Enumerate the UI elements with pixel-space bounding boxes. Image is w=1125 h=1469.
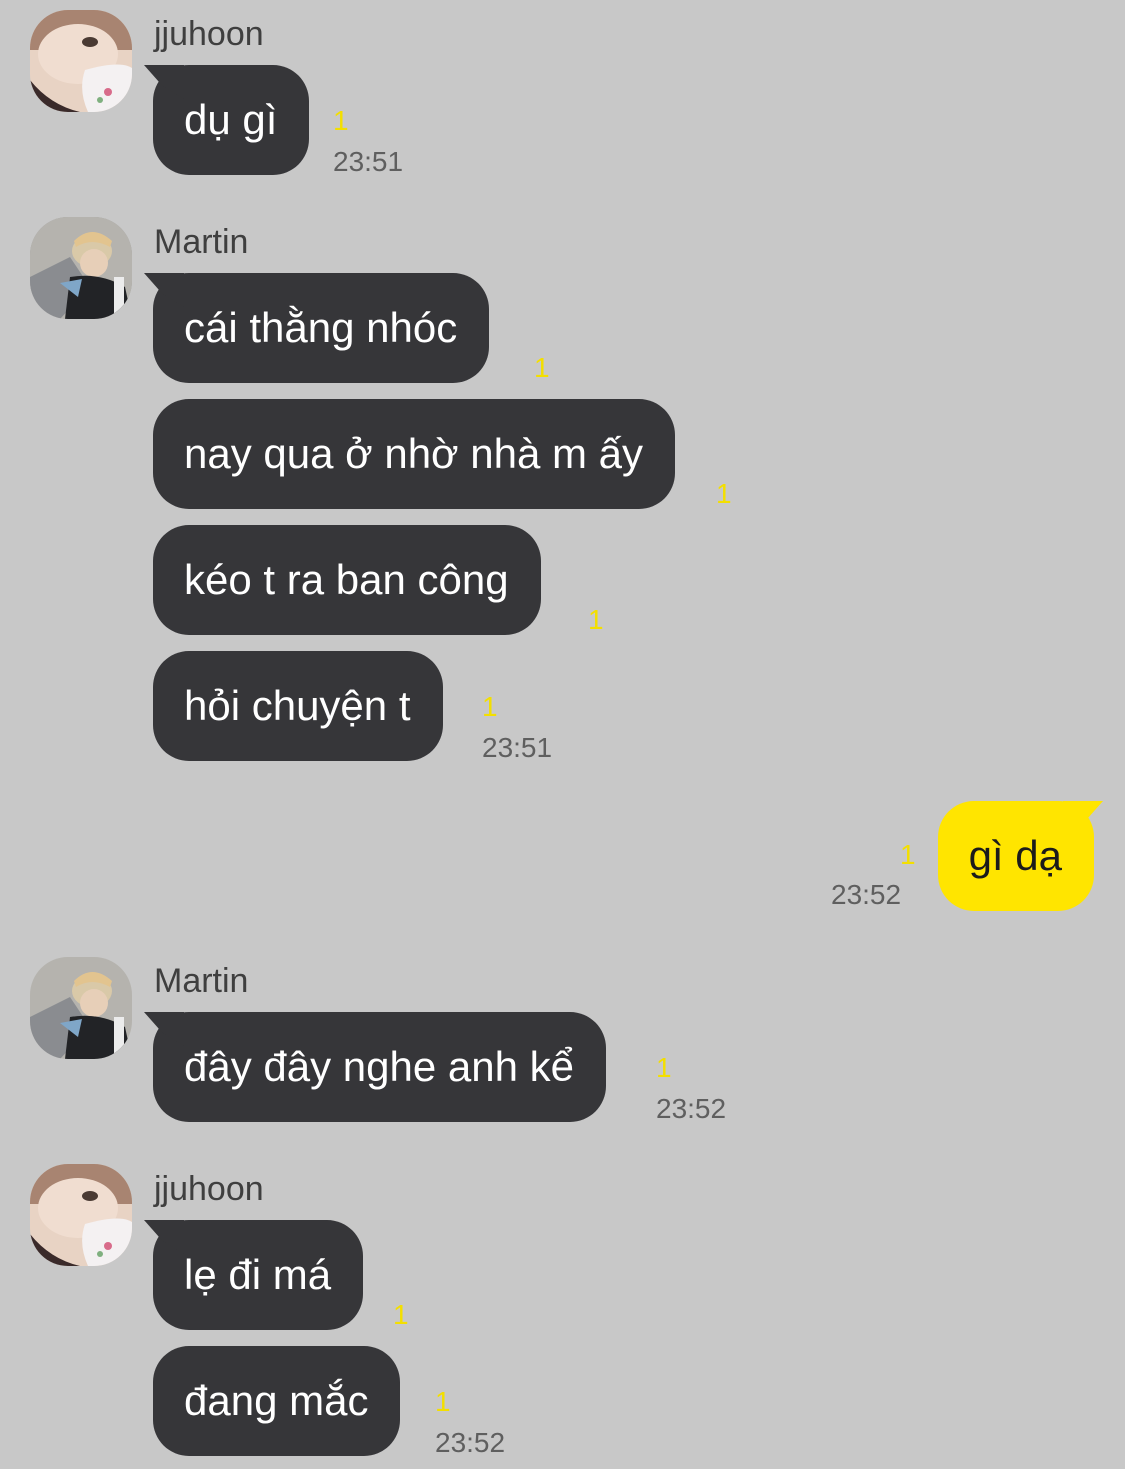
unread-count: 1 [482,691,498,722]
message-time: 23:51 [482,732,553,763]
message-bubble[interactable]: nay qua ở nhờ nhà m ấy [153,399,676,509]
sender-name: jjuhoon [154,1170,264,1208]
message-bubble[interactable]: đây đây nghe anh kể [153,1012,606,1122]
avatar-jjuhoon[interactable] [30,10,132,112]
message-bubble[interactable]: hỏi chuyện t [153,651,443,761]
message-bubble[interactable]: dụ gì [153,65,310,175]
unread-count: 1 [333,105,349,136]
message-bubble[interactable]: kéo t ra ban công [153,525,541,635]
unread-count: 1 [656,1052,672,1083]
unread-count: 1 [900,839,916,870]
message-bubble[interactable]: lẹ đi má [153,1220,364,1330]
unread-count: 1 [716,478,732,509]
avatar-jjuhoon[interactable] [30,1164,132,1266]
unread-count: 1 [435,1386,451,1417]
sender-name: jjuhoon [154,15,264,53]
message-time: 23:52 [656,1093,727,1124]
message-bubble[interactable]: đang mắc [153,1346,401,1456]
unread-count: 1 [588,604,604,635]
my-message-bubble[interactable]: gì dạ [937,801,1094,911]
avatar-martin[interactable] [30,957,132,1059]
avatar-martin[interactable] [30,217,132,319]
message-time: 23:51 [333,146,404,177]
sender-name: Martin [154,223,249,261]
unread-count: 1 [393,1299,409,1330]
sender-name: Martin [154,962,249,1000]
message-time: 23:52 [435,1427,506,1458]
message-time: 23:52 [831,879,902,910]
message-bubble[interactable]: cái thằng nhóc [153,273,490,383]
unread-count: 1 [534,352,550,383]
